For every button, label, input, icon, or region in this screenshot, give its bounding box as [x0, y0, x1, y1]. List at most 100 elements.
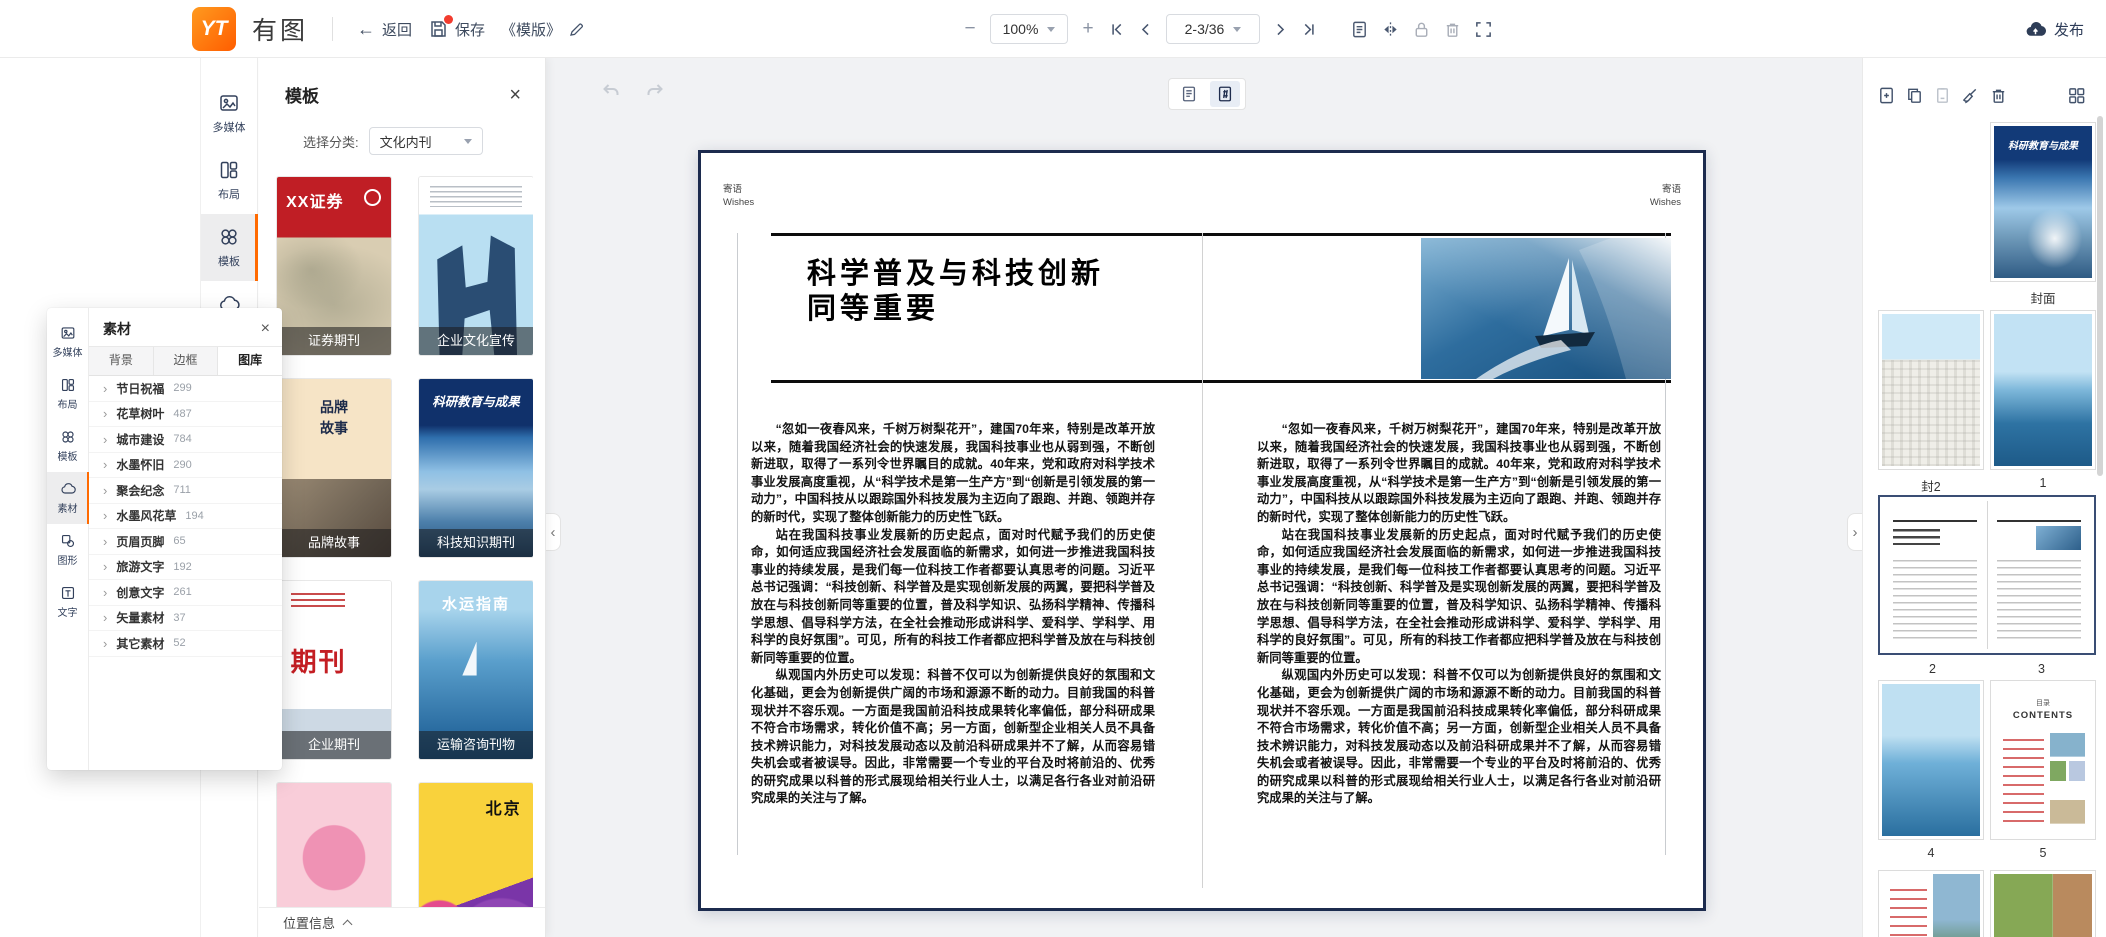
page-thumbnail-1[interactable] — [1990, 310, 2096, 470]
chevron-down-icon — [1047, 27, 1055, 32]
sidebar-item-layout[interactable]: 布局 — [47, 368, 88, 420]
material-category-row[interactable]: › 城市建设 784 — [89, 427, 282, 453]
right-page-body-text[interactable]: “忽如一夜春风来，千树万树梨花开”，建国70年来，特别是改革开放以来，随着我国经… — [1257, 421, 1661, 808]
page-thumbnail-inner-cover[interactable] — [1878, 310, 1984, 470]
spread-half-page-3 — [1988, 501, 2091, 649]
cloud-icon — [60, 481, 76, 497]
next-page-button[interactable] — [1272, 21, 1289, 38]
material-category-row[interactable]: › 水墨风花草 194 — [89, 504, 282, 530]
chevron-right-icon: › — [103, 381, 107, 396]
sidebar-item-materials[interactable]: 素材 — [47, 472, 88, 524]
article-title[interactable]: 科学普及与科技创新 同等重要 — [807, 257, 1104, 327]
thumbnail-art — [1882, 874, 1980, 937]
document-spread[interactable]: 寄语Wishes 寄语Wishes 科学普及与科技创新 同等重要 — [698, 150, 1706, 911]
clear-broom-icon[interactable] — [1961, 86, 1980, 105]
sidebar-item-layout[interactable]: 布局 — [201, 147, 257, 214]
expand-right-panel-button[interactable]: › — [1847, 513, 1862, 551]
edit-pencil-icon[interactable] — [568, 21, 585, 38]
tab-border[interactable]: 边框 — [154, 347, 219, 375]
template-panel-title: 模板 — [285, 82, 319, 107]
page-indicator-select[interactable]: 2-3/36 — [1166, 14, 1260, 44]
grid-view-icon[interactable] — [2067, 86, 2086, 105]
material-category-row[interactable]: › 创意文字 261 — [89, 580, 282, 606]
topbar: YT 有图 ← 返回 保存 《模版》 — [0, 0, 2106, 58]
spread-view-button[interactable] — [1210, 81, 1240, 107]
page-thumbnail-label: 5 — [1990, 846, 2096, 860]
material-category-row[interactable]: › 旅游文字 192 — [89, 555, 282, 581]
page-thumbnail-cover[interactable]: 科研教育与成果 — [1990, 122, 2096, 282]
page-corner-label: 寄语Wishes — [1650, 183, 1681, 210]
undo-icon[interactable] — [600, 80, 622, 102]
sidebar-item-media[interactable]: 多媒体 — [47, 316, 88, 368]
zoom-out-button[interactable]: − — [962, 18, 978, 40]
fullscreen-icon[interactable] — [1474, 20, 1493, 39]
delete-trash-icon[interactable] — [1989, 86, 2008, 105]
sidebar-item-text[interactable]: 文字 — [47, 576, 88, 628]
publish-button[interactable]: 发布 — [2025, 0, 2084, 58]
save-icon — [428, 19, 448, 39]
shapes-icon — [60, 533, 76, 549]
single-page-view-button[interactable] — [1174, 81, 1204, 107]
page-corner-label: 寄语Wishes — [723, 183, 754, 210]
page-thumbnail-7[interactable] — [1990, 870, 2096, 937]
page-thumbnail-label: 4 — [1878, 846, 1984, 860]
save-button[interactable]: 保存 — [428, 19, 485, 40]
back-button[interactable]: ← 返回 — [357, 19, 412, 40]
position-info-toggle[interactable]: 位置信息 — [259, 907, 545, 937]
page-settings-icon[interactable] — [1350, 20, 1369, 39]
tab-background[interactable]: 背景 — [89, 347, 154, 375]
template-card[interactable]: 水运指南 运输咨询刊物 — [418, 580, 533, 760]
tab-gallery[interactable]: 图库 — [218, 347, 282, 375]
collapse-left-panel-button[interactable]: ‹ — [546, 513, 561, 551]
document-title[interactable]: 《模版》 — [501, 19, 585, 40]
material-category-row[interactable]: › 花草树叶 487 — [89, 402, 282, 428]
material-category-row[interactable]: › 节日祝福 299 — [89, 376, 282, 402]
page-thumbnail-4[interactable] — [1878, 680, 1984, 840]
app-window: YT 有图 ← 返回 保存 《模版》 — [0, 0, 2106, 937]
page-thumbnail-5[interactable]: 目录 CONTENTS — [1990, 680, 2096, 840]
sidebar-item-media[interactable]: 多媒体 — [201, 80, 257, 147]
zoom-level-select[interactable]: 100% — [990, 14, 1068, 44]
media-image-icon — [218, 92, 240, 114]
chevron-down-icon — [464, 139, 472, 144]
left-page-body-text[interactable]: “忽如一夜春风来，千树万树梨花开”，建国70年来，特别是改革开放以来，随着我国经… — [751, 421, 1155, 808]
add-page-icon[interactable] — [1877, 86, 1896, 105]
redo-icon[interactable] — [644, 80, 666, 102]
template-card[interactable]: 北京 — [418, 782, 533, 907]
mirror-flip-icon[interactable] — [1381, 20, 1400, 39]
page-thumbnail-6[interactable] — [1878, 870, 1984, 937]
template-card[interactable]: XX证券 证券期刊 — [276, 176, 392, 356]
body-paragraph: 纵观国内外历史可以发现：科普不仅可以为创新提供良好的氛围和文化基础，更会为创新提… — [1257, 667, 1661, 808]
template-card[interactable]: 某某妇产医院 — [276, 782, 392, 907]
sailboat-photo[interactable] — [1421, 238, 1671, 379]
material-category-row[interactable]: › 水墨怀旧 290 — [89, 453, 282, 479]
material-category-row[interactable]: › 矢量素材 37 — [89, 606, 282, 632]
last-page-button[interactable] — [1301, 21, 1318, 38]
delete-trash-icon[interactable] — [1443, 20, 1462, 39]
cloud-upload-icon — [2025, 19, 2046, 40]
material-category-row[interactable]: › 页眉页脚 65 — [89, 529, 282, 555]
close-icon[interactable]: × — [261, 321, 270, 337]
sidebar-item-templates[interactable]: 模板 — [201, 214, 257, 281]
template-card[interactable]: 期刊 企业期刊 — [276, 580, 392, 760]
paste-page-icon[interactable] — [1933, 86, 1952, 105]
template-card[interactable]: 企业文化宣传 — [418, 176, 533, 356]
materials-tabs: 背景 边框 图库 — [89, 346, 282, 376]
scrollbar-thumb[interactable] — [2097, 116, 2103, 476]
duplicate-page-icon[interactable] — [1905, 86, 1924, 105]
close-icon[interactable]: × — [509, 85, 521, 105]
material-category-row[interactable]: › 其它素材 52 — [89, 631, 282, 657]
template-card[interactable]: 科研教育与成果 科技知识期刊 — [418, 378, 533, 558]
template-card[interactable]: 品牌 故事 品牌故事 — [276, 378, 392, 558]
zoom-in-button[interactable]: + — [1080, 18, 1096, 40]
sidebar-item-templates[interactable]: 模板 — [47, 420, 88, 472]
page-thumbnail-spread-2-3-selected[interactable] — [1878, 495, 2096, 655]
lock-icon[interactable] — [1412, 20, 1431, 39]
material-category-row[interactable]: › 聚会纪念 711 — [89, 478, 282, 504]
sidebar-item-shapes[interactable]: 图形 — [47, 524, 88, 576]
first-page-button[interactable] — [1108, 21, 1125, 38]
page-view-toggle — [1168, 78, 1246, 110]
materials-floating-panel[interactable]: 多媒体 布局 模板 素材 — [47, 308, 282, 770]
previous-page-button[interactable] — [1137, 21, 1154, 38]
category-select[interactable]: 文化内刊 — [369, 127, 483, 155]
